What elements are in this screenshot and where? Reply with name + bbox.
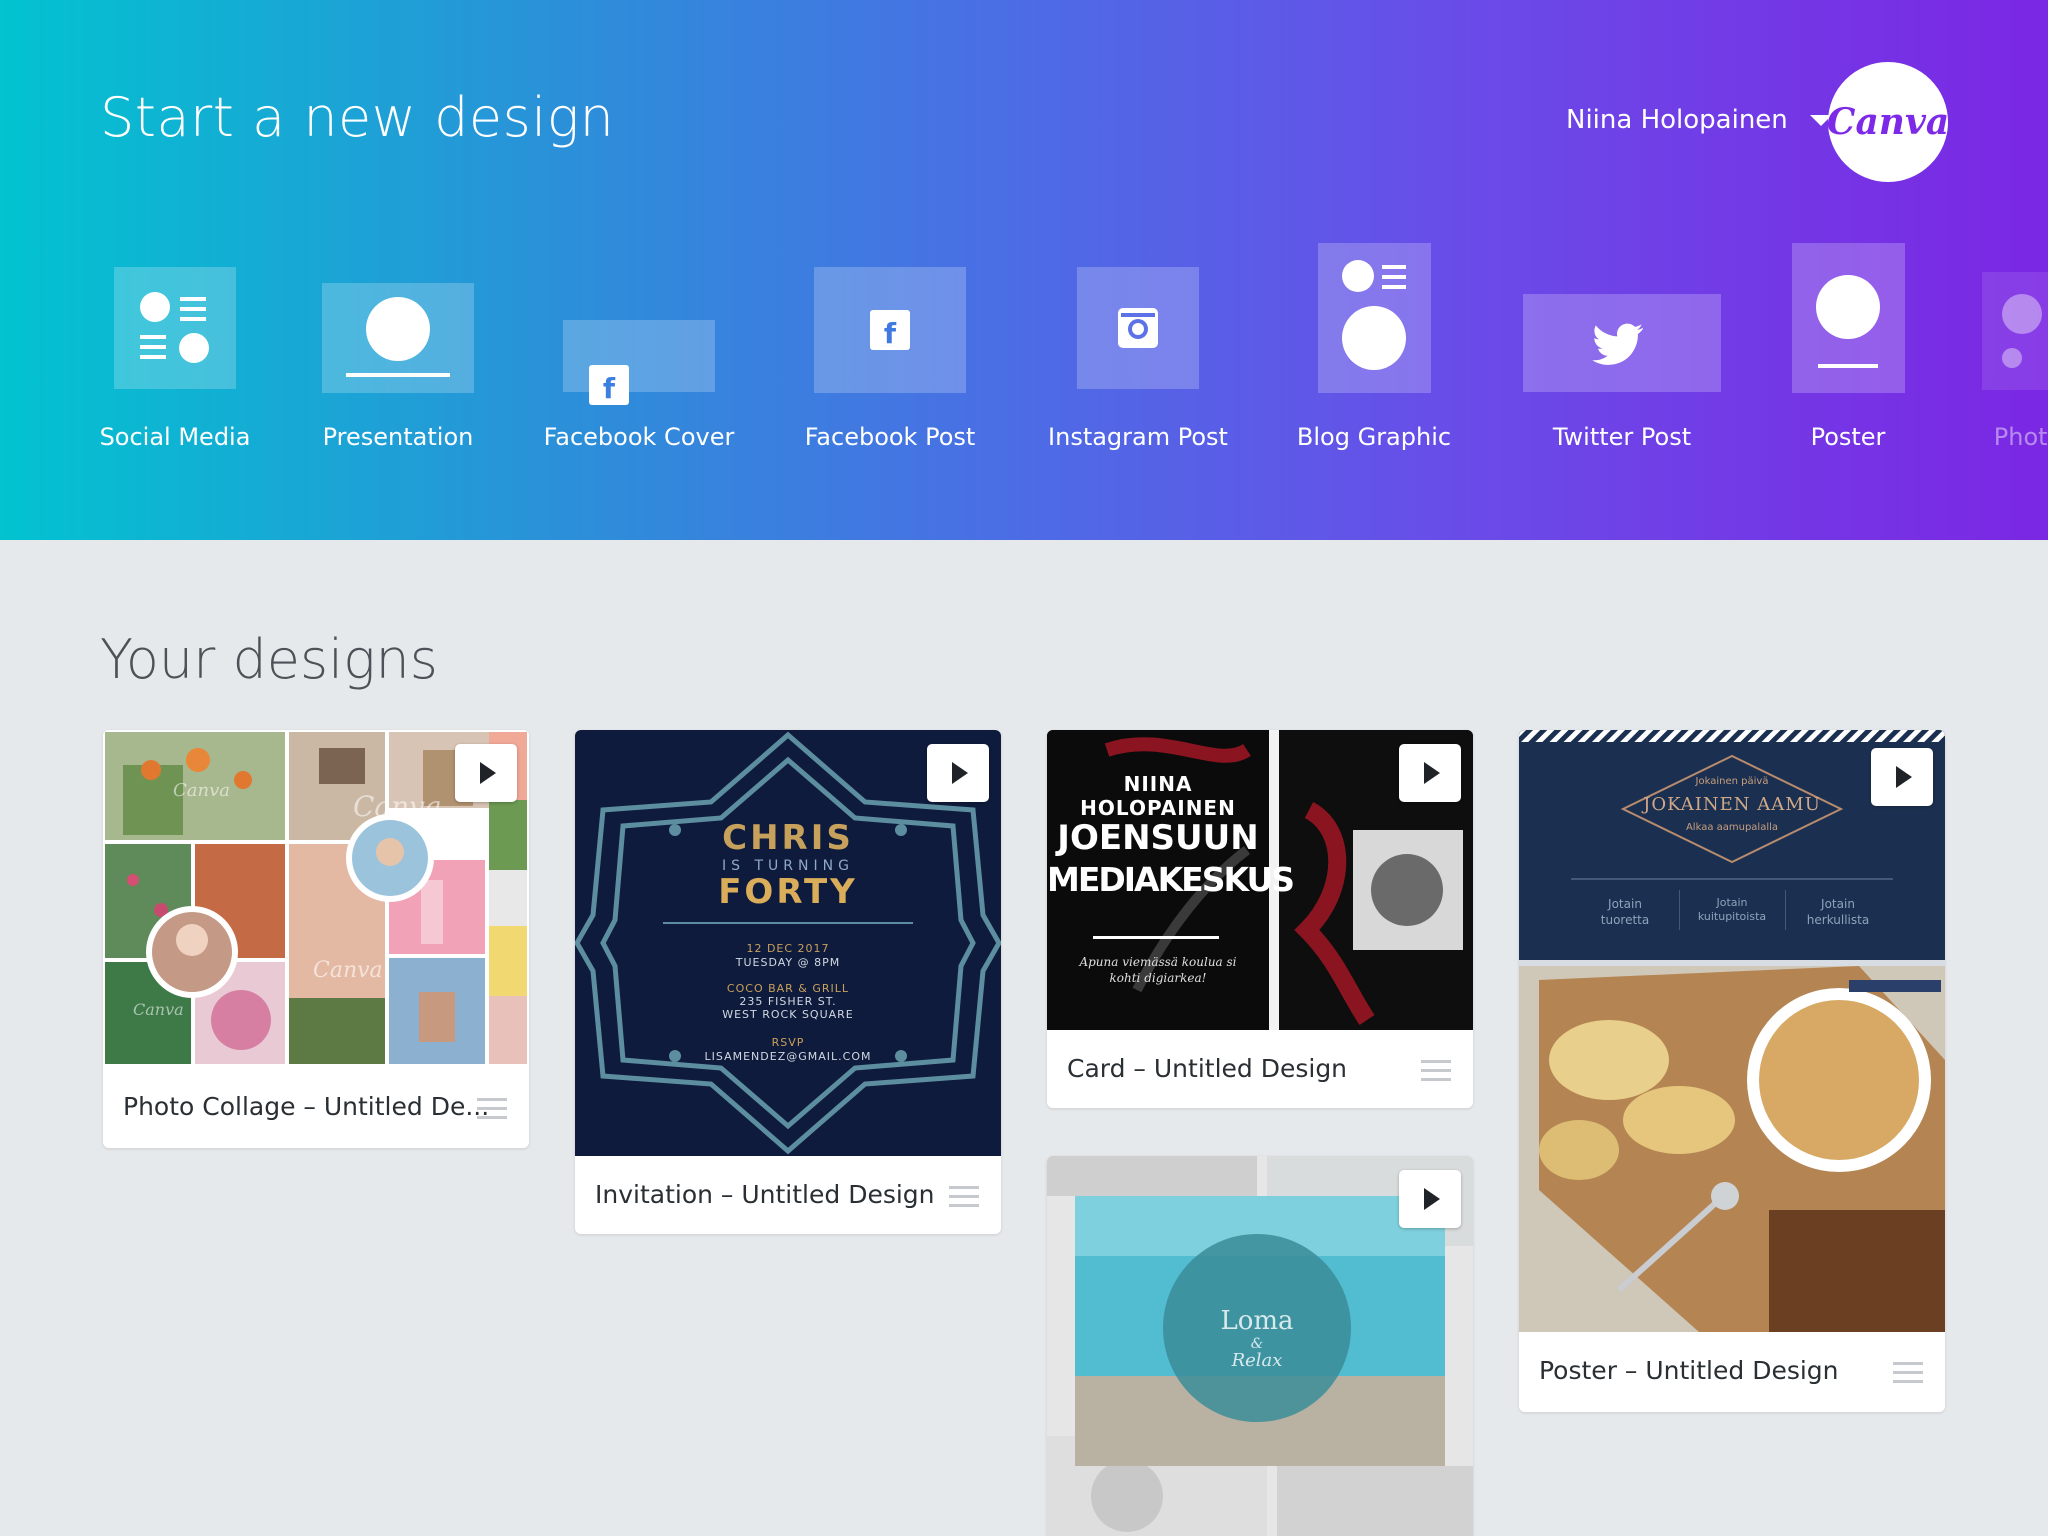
loma-title: Loma [1220,1306,1294,1336]
instagram-icon [1077,267,1199,389]
poster-icon [1792,243,1905,393]
invitation-time: TUESDAY @ 8PM [735,956,841,969]
poster-column-2: Jotain kuitupitoista [1697,896,1767,923]
play-icon [480,762,496,784]
play-icon [1424,1188,1440,1210]
user-name: Niina Holopainen [1566,105,1788,135]
svg-text:f: f [884,317,897,350]
design-thumbnail: NIINA HOLOPAINEN JOENSUUN MEDIAKESKUS Ap… [1047,730,1473,1030]
design-type-twitter-post[interactable]: Twitter Post [1523,230,1721,480]
design-card-photo-collage[interactable]: Canva Canva Canva Canva Photo Collage – … [103,730,529,1148]
design-thumbnail: Canva Canva Canva Canva [103,730,529,1068]
card-footer: Poster – Untitled Design [1519,1332,1945,1412]
invitation-email: LISAMENDEZ@GMAIL.COM [704,1050,872,1063]
facebook-cover-icon: f [563,320,715,405]
design-type-label: Facebook Post [804,423,976,451]
play-button[interactable] [1399,1170,1461,1228]
page-title: Start a new design [100,86,615,149]
loma-relax: Relax [1231,1350,1283,1371]
play-button[interactable] [455,744,517,802]
design-type-label: Instagram Post [1048,423,1228,451]
design-type-facebook-cover[interactable]: f Facebook Cover [544,230,734,480]
design-type-poster[interactable]: Poster [1792,230,1905,480]
hamburger-menu-icon[interactable] [949,1186,979,1208]
design-title: Photo Collage – Untitled De... [123,1092,490,1121]
hamburger-menu-icon[interactable] [1893,1362,1923,1384]
design-title: Poster – Untitled Design [1539,1356,1839,1385]
card-footer: Card – Untitled Design [1047,1030,1473,1108]
design-type-label: Blog Graphic [1296,423,1452,451]
design-type-label: Facebook Cover [543,423,735,451]
design-thumbnail: CHRIS IS TURNING FORTY 12 DEC 2017 TUESD… [575,730,1001,1156]
play-button[interactable] [927,744,989,802]
presentation-icon [322,283,474,393]
card-footer: Invitation – Untitled Design [575,1156,1001,1234]
invitation-rsvp: RSVP [771,1036,805,1049]
play-icon [952,762,968,784]
poster-column-3: Jotain herkullista [1806,897,1870,927]
design-title: Invitation – Untitled Design [595,1180,935,1209]
user-menu[interactable]: Niina Holopainen [1566,105,1832,135]
design-type-label: Photo [1993,423,2048,451]
invitation-venue: COCO BAR & GRILL [726,982,850,995]
play-button[interactable] [1871,748,1933,806]
invitation-age: FORTY [718,872,858,912]
design-card-card[interactable]: NIINA HOLOPAINEN JOENSUUN MEDIAKESKUS Ap… [1047,730,1473,1108]
design-type-label: Twitter Post [1552,423,1692,451]
design-card-invitation[interactable]: CHRIS IS TURNING FORTY 12 DEC 2017 TUESD… [575,730,1001,1234]
design-type-social-media[interactable]: Social Media [100,230,250,480]
card-footer: Photo Collage – Untitled De... [103,1068,529,1148]
photo-collage-icon [1982,272,2048,390]
hamburger-menu-icon[interactable] [1421,1060,1451,1082]
design-type-facebook-post[interactable]: f Facebook Post [805,230,975,480]
logo-text: Canva [1826,101,1950,143]
facebook-post-icon: f [814,267,966,393]
design-type-instagram-post[interactable]: Instagram Post [1048,230,1228,480]
play-button[interactable] [1399,744,1461,802]
twitter-icon [1523,294,1721,392]
watermark: Canva [353,790,442,823]
design-type-label: Social Media [99,423,251,451]
invitation-street: 235 FISHER ST. [739,995,837,1008]
hamburger-menu-icon[interactable] [477,1098,507,1120]
invitation-place: WEST ROCK SQUARE [722,1008,854,1021]
header-banner: Start a new design Niina Holopainen Canv… [0,0,2048,540]
design-type-label: Presentation [322,423,474,451]
canva-logo[interactable]: Canva [1826,62,1950,182]
design-type-blog-graphic[interactable]: Blog Graphic [1297,230,1451,480]
design-title: Card – Untitled Design [1067,1054,1348,1083]
design-thumbnail: Loma & Relax [1047,1156,1473,1536]
svg-text:f: f [603,372,616,405]
blog-graphic-icon [1318,243,1431,393]
play-icon [1424,762,1440,784]
design-type-presentation[interactable]: Presentation [322,230,474,480]
watermark: Canva [173,780,230,801]
watermark: Canva [313,958,383,983]
card-headline-1: JOENSUUN [1057,818,1259,858]
section-title: Your designs [100,628,438,691]
poster-sub: Alkaa aamupalalla [1685,822,1779,833]
design-type-label: Poster [1810,423,1886,451]
poster-column-1: Jotain tuoretta [1600,897,1650,927]
card-tagline: Apuna viemässä koulua si kohti digiarkea… [1079,955,1237,985]
watermark: Canva [133,1000,184,1019]
design-type-photo-collage[interactable]: Photo [1982,230,2048,480]
design-type-carousel: Social Media Presentation f Facebook Cov… [0,230,2048,480]
design-thumbnail: Jokainen päivä JOKAINEN AAMU Alkaa aamup… [1519,730,1945,1332]
card-person-name: NIINA HOLOPAINEN [1080,772,1236,820]
invitation-date: 12 DEC 2017 [746,942,830,955]
social-media-icon [114,267,236,389]
card-headline-2: MEDIAKESKUS [1047,860,1295,899]
invitation-name: CHRIS [722,818,854,858]
design-card-loma-relax[interactable]: Loma & Relax [1047,1156,1473,1536]
play-icon [1896,766,1912,788]
design-card-poster[interactable]: Jokainen päivä JOKAINEN AAMU Alkaa aamup… [1519,730,1945,1412]
